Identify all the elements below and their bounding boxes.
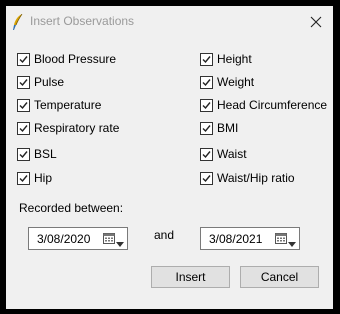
checkmark-icon: [19, 150, 28, 158]
checkbox-label: Temperature: [34, 98, 102, 112]
date-from-picker[interactable]: 3/08/2020: [28, 227, 128, 250]
checkbox-label: Weight: [217, 75, 255, 89]
insert-button[interactable]: Insert: [151, 266, 230, 288]
checkbox-label: Blood Pressure: [34, 52, 117, 66]
checkbox-box[interactable]: [200, 147, 213, 161]
checkbox-box[interactable]: [200, 52, 213, 66]
checkbox-box[interactable]: [17, 52, 30, 66]
checkbox-label: BMI: [217, 121, 239, 135]
checkmark-icon: [202, 101, 211, 109]
checkmark-icon: [19, 101, 28, 109]
calendar-icon[interactable]: [103, 232, 115, 244]
checkbox-box[interactable]: [17, 121, 30, 135]
cancel-button[interactable]: Cancel: [240, 266, 319, 288]
checkbox-temperature[interactable]: Temperature: [17, 97, 101, 113]
checkbox-box[interactable]: [17, 171, 30, 185]
checkbox-label: Respiratory rate: [34, 121, 120, 135]
feather-pen-icon: [12, 13, 24, 30]
checkbox-box[interactable]: [200, 75, 213, 89]
checkbox-hip[interactable]: Hip: [17, 170, 52, 186]
dropdown-arrow-icon[interactable]: [288, 236, 296, 247]
checkmark-icon: [19, 174, 28, 182]
date-from-value: 3/08/2020: [37, 232, 91, 246]
checkbox-label: Hip: [34, 171, 53, 185]
calendar-icon[interactable]: [275, 232, 287, 244]
checkbox-height[interactable]: Height: [200, 51, 252, 67]
checkmark-icon: [202, 150, 211, 158]
checkmark-icon: [202, 174, 211, 182]
checkmark-icon: [19, 124, 28, 132]
checkmark-icon: [202, 124, 211, 132]
checkbox-blood-pressure[interactable]: Blood Pressure: [17, 51, 116, 67]
checkbox-respiratory-rate[interactable]: Respiratory rate: [17, 120, 119, 136]
checkbox-label: Height: [217, 52, 252, 66]
checkmark-icon: [19, 55, 28, 63]
checkbox-label: Waist: [217, 147, 247, 161]
checkmark-icon: [202, 78, 211, 86]
checkbox-waist[interactable]: Waist: [200, 146, 247, 162]
date-to-picker[interactable]: 3/08/2021: [200, 227, 300, 250]
checkbox-head-circumference[interactable]: Head Circumference: [200, 97, 327, 113]
date-to-value: 3/08/2021: [209, 232, 263, 246]
checkbox-label: Waist/Hip ratio: [217, 171, 295, 185]
checkbox-bsl[interactable]: BSL: [17, 146, 57, 162]
title-bar: Insert Observations: [6, 6, 333, 36]
recorded-between-label: Recorded between:: [19, 201, 124, 215]
checkbox-box[interactable]: [17, 98, 30, 112]
checkbox-pulse[interactable]: Pulse: [17, 74, 64, 90]
checkmark-icon: [202, 55, 211, 63]
checkbox-box[interactable]: [17, 75, 30, 89]
close-icon: [310, 16, 322, 28]
window-title: Insert Observations: [30, 14, 135, 28]
checkbox-waist-hip-ratio[interactable]: Waist/Hip ratio: [200, 170, 295, 186]
insert-observations-dialog: Insert Observations Blood Pressure Pulse…: [6, 6, 333, 309]
and-label: and: [154, 228, 175, 242]
checkbox-box[interactable]: [17, 147, 30, 161]
checkbox-box[interactable]: [200, 171, 213, 185]
close-button[interactable]: [306, 12, 326, 32]
checkbox-box[interactable]: [200, 98, 213, 112]
checkmark-icon: [19, 78, 28, 86]
checkbox-bmi[interactable]: BMI: [200, 120, 238, 136]
checkbox-label: Pulse: [34, 75, 65, 89]
dropdown-arrow-icon[interactable]: [116, 236, 124, 247]
checkbox-label: Head Circumference: [217, 98, 328, 112]
checkbox-weight[interactable]: Weight: [200, 74, 254, 90]
checkbox-label: BSL: [34, 147, 57, 161]
checkbox-box[interactable]: [200, 121, 213, 135]
